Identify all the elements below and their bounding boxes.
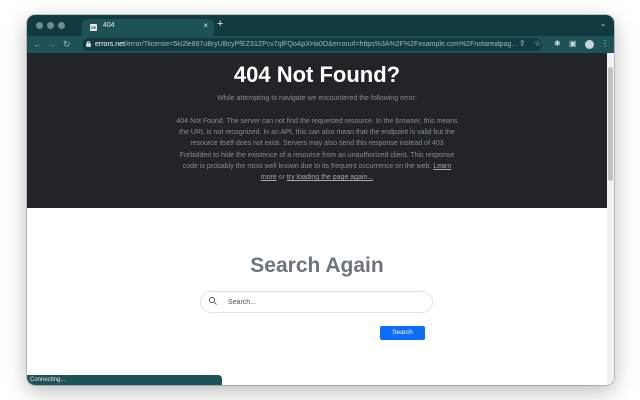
favicon-icon: DE — [90, 24, 97, 31]
status-text: Connecting... — [30, 377, 66, 383]
profile-icon[interactable] — [585, 40, 594, 49]
or-text: or — [278, 174, 285, 182]
search-box[interactable] — [200, 291, 433, 313]
error-subtitle: While attempting to navigate we encounte… — [217, 95, 417, 102]
maximize-window-icon[interactable] — [58, 22, 65, 29]
search-icon — [209, 297, 217, 305]
menu-icon[interactable]: ⋮ — [601, 39, 609, 49]
minimize-window-icon[interactable] — [47, 22, 54, 29]
scrollbar[interactable] — [607, 53, 614, 385]
reload-icon[interactable]: ↻ — [63, 39, 71, 49]
error-description: 404 Not Found. The server can not find t… — [175, 116, 459, 183]
url-text[interactable]: errors.net/error/?license=5ki2le897uBryU… — [95, 40, 537, 49]
search-button[interactable]: Search — [380, 326, 425, 340]
error-body-text: 404 Not Found. The server can not find t… — [176, 118, 458, 170]
tab-search-icon[interactable]: ⌄ — [600, 20, 606, 28]
status-bubble: Connecting... — [27, 375, 222, 385]
close-window-icon[interactable] — [36, 22, 43, 29]
forward-icon[interactable]: → — [47, 39, 56, 49]
lock-icon[interactable] — [86, 41, 91, 47]
error-hero: 404 Not Found? While attempting to navig… — [27, 53, 607, 208]
search-heading: Search Again — [250, 254, 384, 277]
tab-close-icon[interactable]: × — [203, 21, 208, 30]
star-icon[interactable]: ☆ — [534, 39, 541, 49]
url-host: errors.net — [95, 41, 125, 48]
scrollbar-thumb[interactable] — [608, 67, 613, 181]
extensions-icon[interactable]: ✱ — [554, 39, 561, 49]
new-tab-icon[interactable]: + — [217, 18, 223, 30]
tab-title: 404 — [103, 22, 115, 29]
share-icon[interactable]: ⇪ — [519, 39, 526, 49]
address-bar[interactable]: errors.net/error/?license=5ki2le897uBryU… — [82, 38, 542, 51]
sidebar-icon[interactable]: ▣ — [569, 39, 577, 49]
page-content: 404 Not Found? While attempting to navig… — [27, 53, 607, 385]
tab-bar: DE 404 × + ⌄ — [27, 15, 614, 36]
browser-toolbar: ← → ↻ errors.net/error/?license=5ki2le89… — [27, 36, 614, 53]
browser-window: DE 404 × + ⌄ ← → ↻ errors.net/error/?lic… — [27, 15, 614, 385]
back-icon[interactable]: ← — [33, 39, 42, 49]
reload-page-link[interactable]: try loading the page again... — [287, 174, 373, 181]
search-input[interactable] — [228, 296, 423, 308]
url-path: /error/?license=5ki2le897uBryUBcyPfEZ31Z… — [124, 41, 519, 48]
tab-active[interactable]: DE 404 × — [82, 19, 214, 36]
page-title: 404 Not Found? — [233, 62, 401, 87]
